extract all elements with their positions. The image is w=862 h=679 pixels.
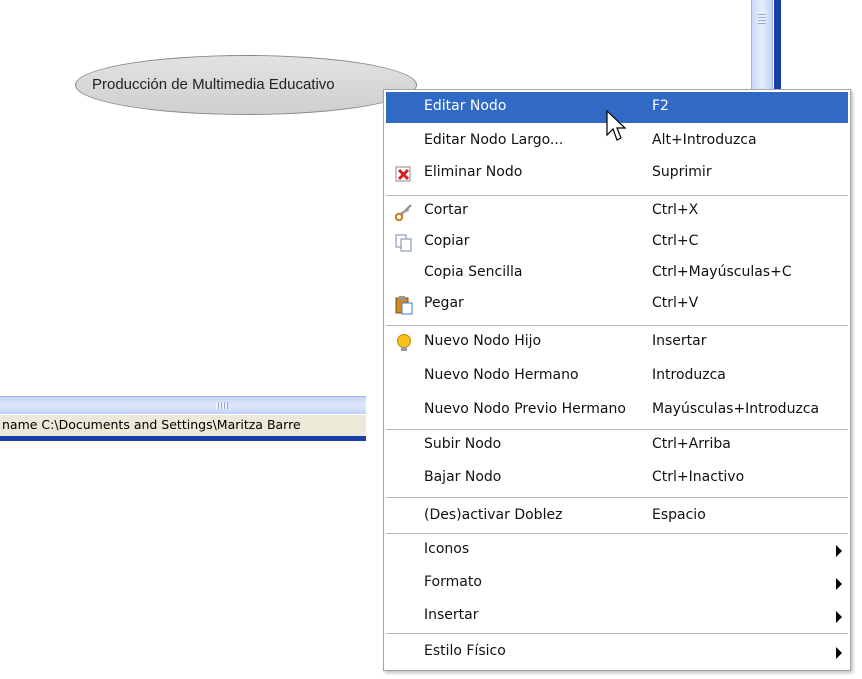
menu-item-label: Nuevo Nodo Hijo bbox=[424, 333, 542, 349]
menu-item-label: Subir Nodo bbox=[424, 436, 502, 452]
scrollbar-grip-icon[interactable] bbox=[758, 12, 766, 24]
menu-item-shortcut: Ctrl+V bbox=[652, 295, 699, 311]
mouse-cursor-icon bbox=[606, 110, 627, 141]
menu-item-label: Copia Sencilla bbox=[424, 264, 523, 280]
menu-item-shortcut: Suprimir bbox=[652, 164, 712, 180]
lightbulb-icon bbox=[394, 333, 414, 353]
menu-item-nuevo-nodo-previo-hermano[interactable]: Nuevo Nodo Previo Hermano Mayúsculas+Int… bbox=[386, 395, 848, 426]
menu-separator bbox=[386, 633, 848, 634]
menu-item-label: Pegar bbox=[424, 295, 464, 311]
menu-item-label: Bajar Nodo bbox=[424, 469, 502, 485]
copy-icon bbox=[394, 233, 414, 253]
submenu-arrow-icon bbox=[836, 578, 842, 590]
submenu-arrow-icon bbox=[836, 647, 842, 659]
submenu-arrow-icon bbox=[836, 611, 842, 623]
menu-item-desactivar-doblez[interactable]: (Des)activar Doblez Espacio bbox=[386, 501, 848, 532]
menu-item-shortcut: Espacio bbox=[652, 507, 706, 523]
menu-item-copiar[interactable]: Copiar Ctrl+C bbox=[386, 227, 848, 258]
menu-item-shortcut: F2 bbox=[652, 98, 669, 114]
context-menu: Editar Nodo F2 Editar Nodo Largo... Alt+… bbox=[383, 89, 851, 671]
menu-item-estilo-fisico[interactable]: Estilo Físico bbox=[386, 637, 848, 668]
menu-item-shortcut: Ctrl+Inactivo bbox=[652, 469, 745, 485]
menu-item-nuevo-nodo-hijo[interactable]: Nuevo Nodo Hijo Insertar bbox=[386, 327, 848, 358]
menu-item-shortcut: Introduzca bbox=[652, 367, 726, 383]
menu-item-label: Editar Nodo bbox=[424, 98, 507, 114]
menu-separator bbox=[386, 533, 848, 534]
status-bar: name C:\Documents and Settings\Maritza B… bbox=[0, 414, 366, 436]
menu-item-shortcut: Ctrl+X bbox=[652, 202, 699, 218]
menu-item-label: Editar Nodo Largo... bbox=[424, 132, 564, 148]
menu-item-label: Insertar bbox=[424, 607, 479, 623]
menu-item-eliminar-nodo[interactable]: Eliminar Nodo Suprimir bbox=[386, 158, 848, 189]
menu-item-label: Nuevo Nodo Previo Hermano bbox=[424, 401, 626, 417]
scrollbar-grip-icon[interactable] bbox=[216, 402, 228, 409]
menu-item-iconos[interactable]: Iconos bbox=[386, 535, 848, 566]
horizontal-scrollbar[interactable] bbox=[0, 396, 366, 414]
window-border bbox=[774, 0, 781, 100]
menu-item-shortcut: Insertar bbox=[652, 333, 707, 349]
menu-item-label: Estilo Físico bbox=[424, 643, 506, 659]
menu-item-insertar[interactable]: Insertar bbox=[386, 601, 848, 632]
menu-item-shortcut: Mayúsculas+Introduzca bbox=[652, 401, 820, 417]
delete-x-icon bbox=[394, 164, 414, 184]
menu-item-pegar[interactable]: Pegar Ctrl+V bbox=[386, 289, 848, 320]
menu-item-cortar[interactable]: Cortar Ctrl+X bbox=[386, 196, 848, 227]
menu-item-label: (Des)activar Doblez bbox=[424, 507, 563, 523]
vertical-scrollbar[interactable] bbox=[751, 0, 773, 92]
menu-item-label: Nuevo Nodo Hermano bbox=[424, 367, 579, 383]
menu-item-label: Formato bbox=[424, 574, 482, 590]
menu-separator bbox=[386, 497, 848, 498]
menu-item-shortcut: Ctrl+Mayúsculas+C bbox=[652, 264, 792, 280]
paste-clipboard-icon bbox=[394, 295, 414, 315]
menu-item-shortcut: Alt+Introduzca bbox=[652, 132, 757, 148]
menu-item-label: Eliminar Nodo bbox=[424, 164, 523, 180]
menu-item-subir-nodo[interactable]: Subir Nodo Ctrl+Arriba bbox=[386, 430, 848, 461]
menu-item-label: Cortar bbox=[424, 202, 468, 218]
mindmap-node-label: Producción de Multimedia Educativo bbox=[92, 76, 335, 93]
menu-item-formato[interactable]: Formato bbox=[386, 568, 848, 599]
menu-item-label: Iconos bbox=[424, 541, 470, 557]
scissors-icon bbox=[394, 202, 414, 222]
menu-item-label: Copiar bbox=[424, 233, 470, 249]
window-border bbox=[0, 436, 366, 441]
submenu-arrow-icon bbox=[836, 545, 842, 557]
menu-separator bbox=[386, 325, 848, 326]
menu-item-nuevo-nodo-hermano[interactable]: Nuevo Nodo Hermano Introduzca bbox=[386, 361, 848, 392]
menu-item-shortcut: Ctrl+Arriba bbox=[652, 436, 731, 452]
menu-item-shortcut: Ctrl+C bbox=[652, 233, 699, 249]
menu-item-bajar-nodo[interactable]: Bajar Nodo Ctrl+Inactivo bbox=[386, 463, 848, 494]
menu-item-copia-sencilla[interactable]: Copia Sencilla Ctrl+Mayúsculas+C bbox=[386, 258, 848, 289]
